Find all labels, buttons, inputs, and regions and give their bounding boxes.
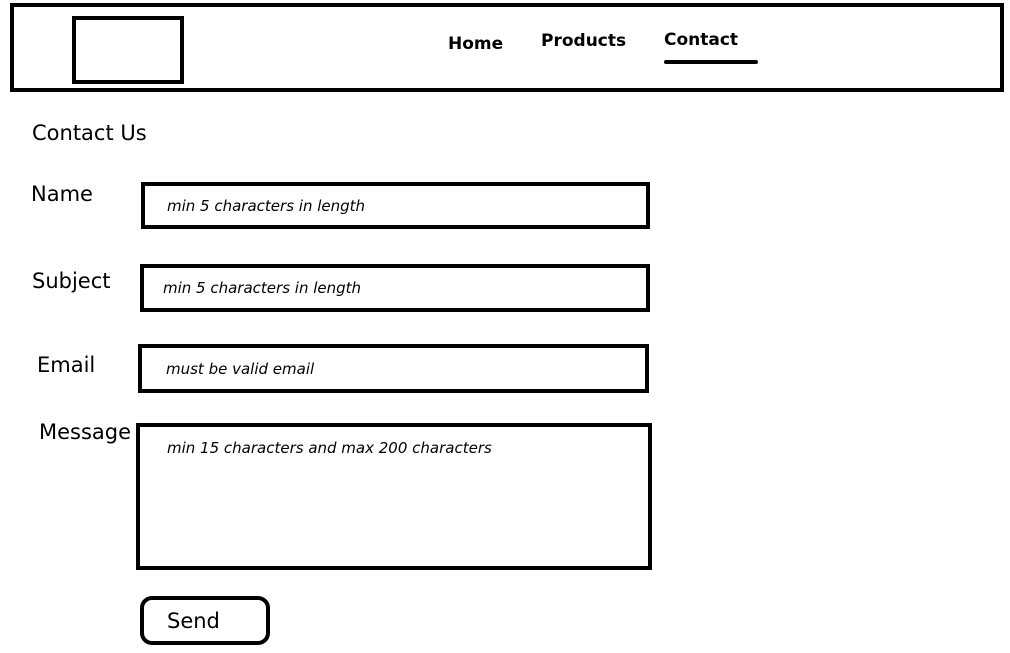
page-title: Contact Us [32, 121, 147, 145]
message-field[interactable] [136, 423, 652, 570]
nav-item-contact[interactable]: Contact [664, 30, 738, 50]
email-field[interactable] [138, 344, 649, 393]
send-button[interactable]: Send [140, 596, 270, 645]
nav-item-products[interactable]: Products [541, 31, 626, 51]
site-header [10, 3, 1004, 92]
logo-placeholder[interactable] [72, 16, 184, 84]
message-label: Message [39, 420, 132, 444]
nav-item-home[interactable]: Home [448, 34, 503, 54]
subject-label: Subject [32, 269, 111, 293]
email-label: Email [37, 353, 96, 377]
active-nav-underline [664, 60, 758, 64]
name-field[interactable] [141, 182, 650, 229]
name-label: Name [31, 182, 93, 206]
subject-field[interactable] [140, 264, 650, 312]
